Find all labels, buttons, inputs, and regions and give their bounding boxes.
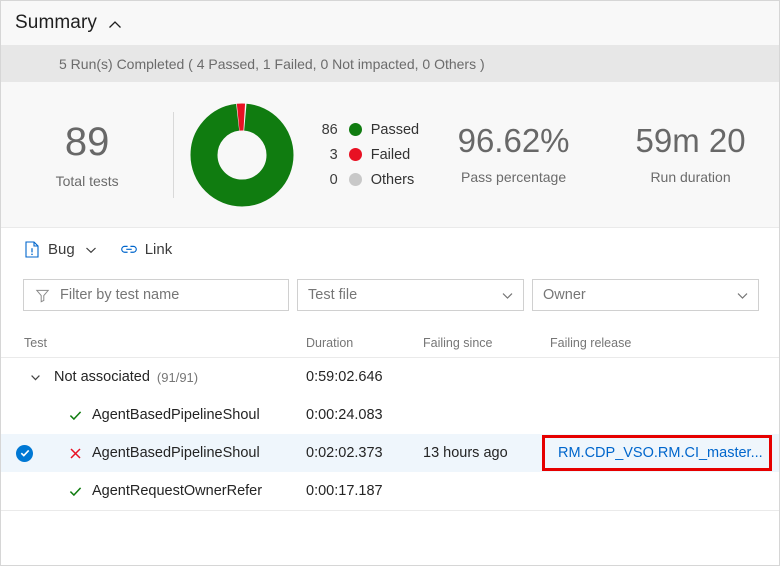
bug-button-label: Bug xyxy=(48,241,75,258)
test-name-cell: AgentRequestOwnerRefer xyxy=(24,483,306,499)
filter-test-name-placeholder: Filter by test name xyxy=(60,287,180,303)
legend-count-failed: 3 xyxy=(329,146,338,163)
total-tests-label: Total tests xyxy=(55,172,119,189)
results-table-header: Test Duration Failing since Failing rele… xyxy=(1,328,779,358)
group-duration: 0:59:02.646 xyxy=(306,369,383,385)
group-name-label: Not associated xyxy=(54,369,150,385)
stats-strip: 89 Total tests 86 Passed 3 Failed 0 Othe… xyxy=(1,82,779,227)
test-failing-since: 13 hours ago xyxy=(423,445,508,461)
legend-item-failed: 3 Failed xyxy=(314,147,419,163)
page-title: Summary xyxy=(15,12,97,33)
owner-label: Owner xyxy=(543,287,586,303)
total-tests-stat: 89 Total tests xyxy=(1,121,173,189)
filters-bar: Filter by test name Test file Owner xyxy=(1,271,779,319)
test-file-dropdown[interactable]: Test file xyxy=(297,279,525,311)
test-duration: 0:00:24.083 xyxy=(306,407,383,423)
chain-link-icon xyxy=(120,241,138,259)
test-name-label: AgentBasedPipelineShoul xyxy=(92,445,260,461)
pass-percentage-stat: 96.62% Pass percentage xyxy=(425,124,602,185)
x-icon xyxy=(62,446,88,461)
chevron-down-icon[interactable] xyxy=(24,371,46,384)
failing-release-link[interactable]: RM.CDP_VSO.RM.CI_master... xyxy=(558,445,763,461)
legend-dot-passed xyxy=(348,123,362,136)
failing-release-annotation-box: RM.CDP_VSO.RM.CI_master... xyxy=(542,435,772,471)
actions-toolbar: Bug Link xyxy=(1,227,779,271)
group-count: (91/91) xyxy=(156,369,199,385)
column-header-failing-since[interactable]: Failing since xyxy=(423,336,550,350)
run-duration-stat: 59m 20 Run duration xyxy=(602,124,779,185)
bug-file-icon xyxy=(23,241,41,259)
legend-label-others: Others xyxy=(370,171,415,188)
table-row-selected[interactable]: AgentBasedPipelineShoul 0:02:02.373 13 h… xyxy=(1,434,779,472)
owner-dropdown[interactable]: Owner xyxy=(532,279,759,311)
run-status-banner: 5 Run(s) Completed ( 4 Passed, 1 Failed,… xyxy=(1,45,779,82)
test-duration: 0:02:02.373 xyxy=(306,445,383,461)
outcome-donut-chart xyxy=(184,103,299,207)
chevron-down-icon[interactable] xyxy=(499,287,515,303)
legend-dot-others xyxy=(348,173,362,186)
donut-svg xyxy=(190,103,294,206)
legend-count-others: 0 xyxy=(329,171,338,188)
legend-label-passed: Passed xyxy=(370,121,420,138)
column-header-duration[interactable]: Duration xyxy=(306,336,423,350)
legend-label-failed: Failed xyxy=(370,146,411,163)
table-bottom-divider xyxy=(1,510,779,511)
test-results-summary-page: Summary 5 Run(s) Completed ( 4 Passed, 1… xyxy=(0,0,780,566)
check-icon xyxy=(62,484,88,499)
filter-test-name-input[interactable]: Filter by test name xyxy=(23,279,290,311)
bug-button[interactable]: Bug xyxy=(23,241,98,259)
funnel-icon xyxy=(34,287,50,303)
test-name-label: AgentBasedPipelineShoul xyxy=(92,407,260,423)
legend-item-passed: 86 Passed xyxy=(314,121,420,138)
chevron-down-icon[interactable] xyxy=(734,287,750,303)
column-header-test[interactable]: Test xyxy=(24,336,306,350)
test-duration: 0:00:17.187 xyxy=(306,483,383,499)
legend-item-others: 0 Others xyxy=(314,172,419,188)
legend-count-passed: 86 xyxy=(321,121,338,138)
summary-header[interactable]: Summary xyxy=(1,1,779,45)
pass-percentage-value: 96.62% xyxy=(457,122,570,160)
test-file-label: Test file xyxy=(308,287,358,303)
column-header-failing-release[interactable]: Failing release xyxy=(550,336,750,350)
chevron-up-icon[interactable] xyxy=(106,16,124,34)
stats-divider-1 xyxy=(173,111,175,198)
test-name-cell: AgentBasedPipelineShoul xyxy=(24,445,306,461)
group-name-cell: Not associated (91/91) xyxy=(24,369,306,385)
run-duration-label: Run duration xyxy=(650,168,731,185)
legend-dot-failed xyxy=(348,148,362,161)
run-status-text: 5 Run(s) Completed ( 4 Passed, 1 Failed,… xyxy=(59,55,485,72)
chevron-down-icon[interactable] xyxy=(84,243,98,257)
check-icon xyxy=(62,408,88,423)
table-row-group[interactable]: Not associated (91/91) 0:59:02.646 xyxy=(1,358,779,396)
pass-percentage-label: Pass percentage xyxy=(461,168,567,185)
run-duration-value: 59m 20 xyxy=(635,122,746,160)
chart-legend: 86 Passed 3 Failed 0 Others xyxy=(314,121,420,188)
link-button-label: Link xyxy=(144,241,173,258)
check-circle-icon[interactable] xyxy=(16,444,33,462)
test-name-label: AgentRequestOwnerRefer xyxy=(92,483,263,499)
link-button[interactable]: Link xyxy=(120,241,173,259)
table-row[interactable]: AgentBasedPipelineShoul 0:00:24.083 xyxy=(1,396,779,434)
test-name-cell: AgentBasedPipelineShoul xyxy=(24,407,306,423)
total-tests-value: 89 xyxy=(64,119,110,164)
table-row[interactable]: AgentRequestOwnerRefer 0:00:17.187 xyxy=(1,472,779,510)
